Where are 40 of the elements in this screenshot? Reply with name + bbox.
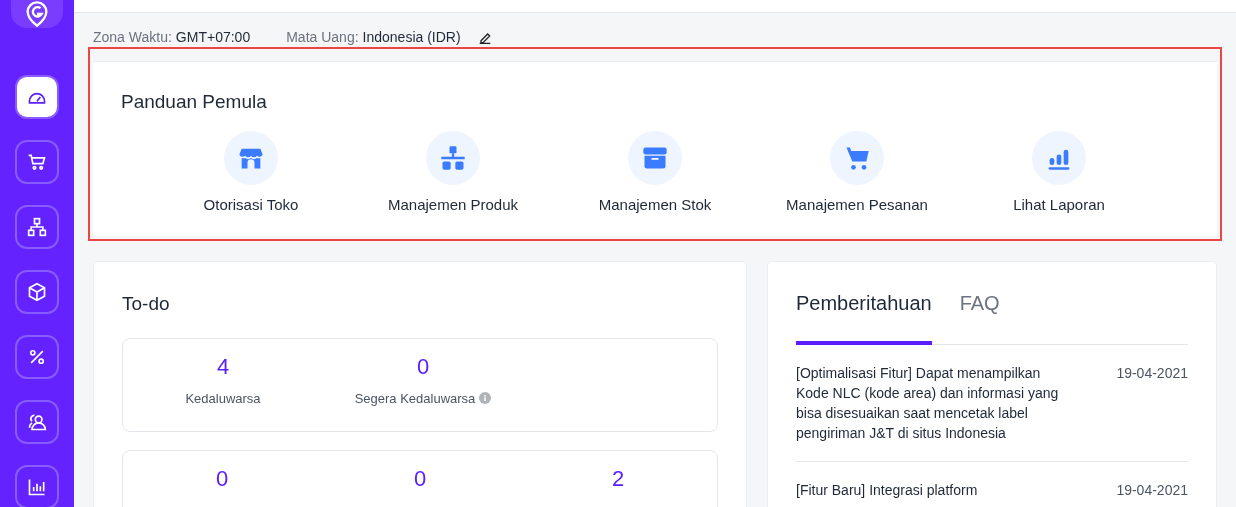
percent-icon xyxy=(27,347,47,367)
bar-chart-icon xyxy=(27,477,47,497)
cube-icon xyxy=(27,282,47,302)
todo-stat[interactable]: 0 xyxy=(123,467,321,507)
news-item[interactable]: [Optimalisasi Fitur] Dapat menampilkan Kode NLC (kode area) dan informasi yang bisa disesuaikan saat mencetak label pengiriman J&T di situs Indonesia 19-04-2021 xyxy=(796,345,1188,462)
sidebar-item[interactable] xyxy=(15,400,59,444)
sidebar-item[interactable] xyxy=(15,270,59,314)
sidebar-item[interactable] xyxy=(15,75,59,119)
todo-stat[interactable]: 4 Kedaluwarsa xyxy=(123,355,323,414)
info-icon xyxy=(479,392,492,405)
hierarchy-icon xyxy=(439,143,467,172)
tab[interactable]: FAQ xyxy=(959,288,1000,345)
guide-title: Panduan Pemula xyxy=(121,90,268,114)
sidebar-item[interactable] xyxy=(15,140,59,184)
info-label: Zona Waktu: xyxy=(93,28,172,47)
news-date: 19-04-2021 xyxy=(1116,364,1188,383)
todo-stat[interactable]: 0 Segera Kedaluwarsa xyxy=(323,355,523,414)
guide-item[interactable]: Manajemen Produk xyxy=(368,130,538,216)
info-value: Indonesia (IDR) xyxy=(362,28,461,47)
news-text: [Fitur Baru] Integrasi platform xyxy=(796,481,979,500)
guide-item[interactable]: Lihat Laporan xyxy=(974,130,1144,216)
cart-icon xyxy=(27,152,47,172)
news-text: [Optimalisasi Fitur] Dapat menampilkan Kode NLC (kode area) dan informasi yang bisa disesuaikan saat mencetak label pengiriman J&T di situs Indonesia xyxy=(796,364,1060,443)
news-date: 19-04-2021 xyxy=(1116,481,1188,500)
sidebar-item[interactable] xyxy=(15,205,59,249)
todo-stat[interactable]: 2 xyxy=(519,467,717,507)
hierarchy-icon xyxy=(27,217,47,237)
tab[interactable]: Pemberitahuan xyxy=(796,288,932,345)
news-item[interactable]: [Fitur Baru] Integrasi platform 19-04-2021 xyxy=(796,462,1188,507)
users-icon xyxy=(27,412,47,432)
todo-stat[interactable]: 0 xyxy=(321,467,519,507)
sidebar-item[interactable] xyxy=(15,465,59,507)
guide-item[interactable]: Otorisasi Toko xyxy=(166,130,336,216)
guide-item[interactable]: Manajemen Pesanan xyxy=(772,130,942,216)
info-label: Mata Uang: xyxy=(286,28,359,47)
info-value: GMT+07:00 xyxy=(175,28,251,47)
todo-title: To-do xyxy=(122,292,171,316)
sidebar-item[interactable] xyxy=(15,335,59,379)
guide-item[interactable]: Manajemen Stok xyxy=(570,130,740,216)
logo-icon xyxy=(11,0,63,28)
